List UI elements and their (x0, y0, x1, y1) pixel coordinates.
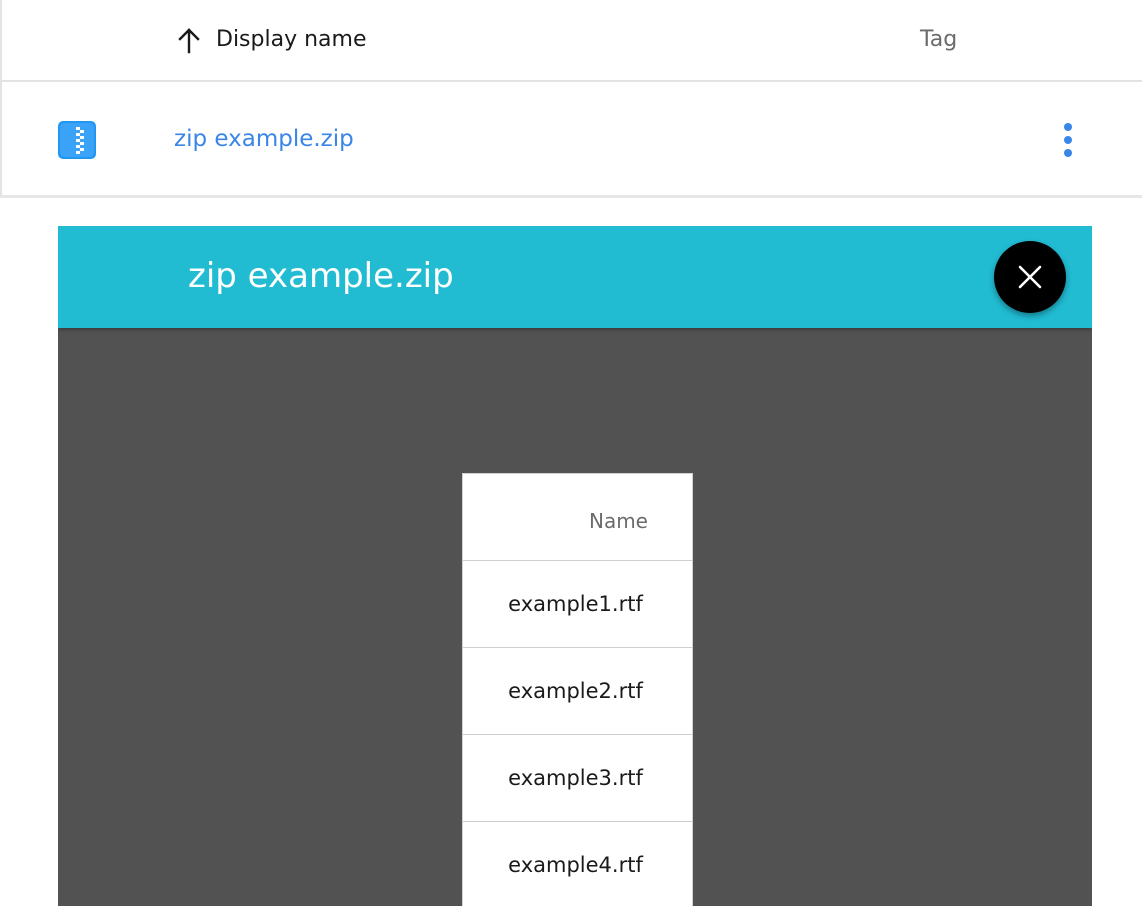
close-button[interactable] (994, 241, 1066, 313)
column-header-tag[interactable]: Tag (920, 26, 957, 54)
list-item[interactable]: example3.rtf (463, 735, 692, 822)
column-header-display-name[interactable]: Display name (216, 26, 366, 54)
list-item[interactable]: example4.rtf (463, 822, 692, 906)
viewer-header: zip example.zip (58, 226, 1092, 328)
viewer-title: zip example.zip (188, 256, 454, 296)
zip-file-icon (58, 121, 96, 159)
archive-file-name: example2.rtf (508, 679, 643, 703)
more-vertical-icon[interactable] (1054, 120, 1082, 160)
archive-file-name: example4.rtf (508, 853, 643, 877)
archive-viewer-dialog: zip example.zip Name example1.rtf exampl… (58, 226, 1092, 906)
close-icon (1018, 265, 1042, 289)
sort-ascending-icon[interactable] (176, 26, 202, 54)
archive-contents-table: Name example1.rtf example2.rtf example3.… (462, 473, 693, 906)
list-item[interactable]: example1.rtf (463, 561, 692, 648)
archive-file-name: example1.rtf (508, 592, 643, 616)
file-name-link[interactable]: zip example.zip (174, 124, 354, 154)
file-table: Display name Tag zip example.zip (0, 0, 1142, 198)
column-header-name[interactable]: Name (589, 508, 648, 534)
contents-header: Name (463, 474, 692, 561)
table-row[interactable] (2, 82, 1142, 195)
archive-file-name: example3.rtf (508, 766, 643, 790)
table-header-row: Display name Tag (2, 0, 1142, 82)
list-item[interactable]: example2.rtf (463, 648, 692, 735)
